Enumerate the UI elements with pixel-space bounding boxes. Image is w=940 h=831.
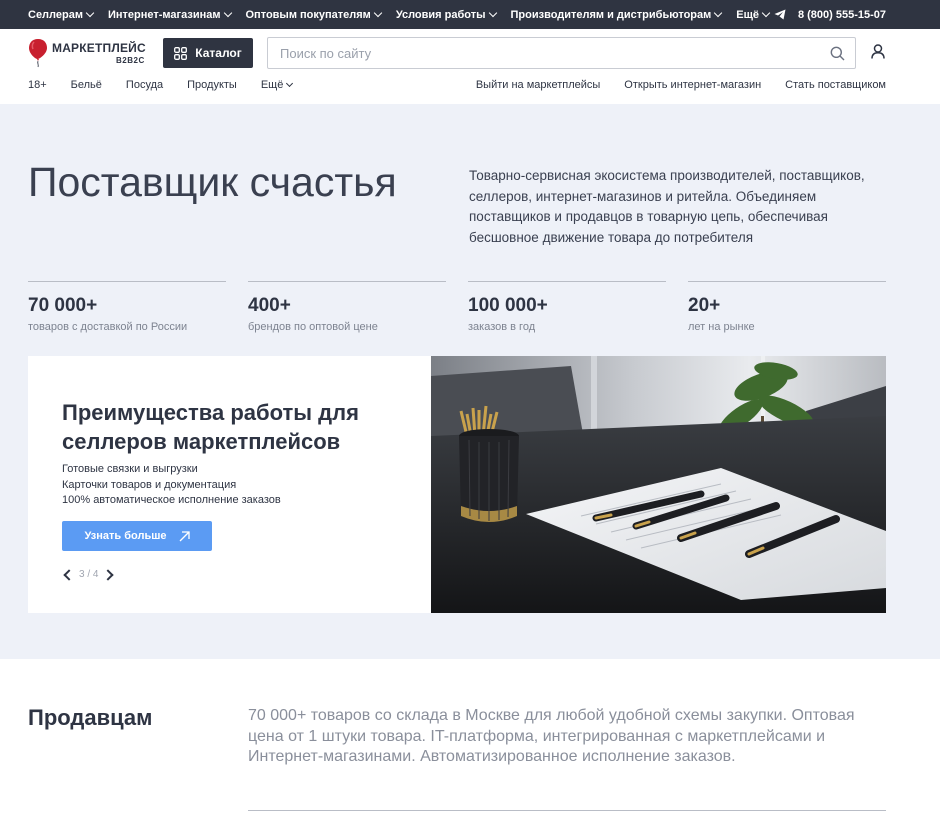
search-input[interactable] xyxy=(268,39,808,67)
top-menu-wholesale[interactable]: Оптовым покупателям xyxy=(245,8,383,21)
top-menu-more[interactable]: Ещё xyxy=(736,8,771,21)
chevron-down-icon xyxy=(714,8,723,18)
category-nav: 18+ Бельё Посуда Продукты Ещё xyxy=(28,77,316,93)
category-label: Продукты xyxy=(187,79,237,91)
top-menu-manufacturers[interactable]: Производителям и дистрибьюторам xyxy=(510,8,723,21)
office-desk-image xyxy=(431,356,886,613)
service-link-supplier[interactable]: Стать поставщиком xyxy=(785,79,886,91)
stat-brands: 400+ брендов по оптовой цене xyxy=(248,281,446,333)
top-menu-terms[interactable]: Условия работы xyxy=(395,8,497,21)
chevron-down-icon xyxy=(373,8,383,18)
search-box xyxy=(267,37,856,69)
top-menu: Селлерам Интернет-магазинам Оптовым поку… xyxy=(28,0,784,29)
arrow-up-right-icon xyxy=(179,530,190,541)
category-underwear[interactable]: Бельё xyxy=(71,79,102,91)
service-nav: Выйти на маркетплейсы Открыть интернет-м… xyxy=(452,77,886,93)
stat-value: 100 000+ xyxy=(468,295,548,316)
stat-years: 20+ лет на рынке xyxy=(688,281,886,333)
hero-section: Поставщик счастья Товарно-сервисная экос… xyxy=(0,104,940,659)
top-menu-label: Оптовым покупателям xyxy=(245,8,371,21)
slide-title: Преимущества работы для селлеров маркетп… xyxy=(62,400,359,454)
next-slide-icon[interactable] xyxy=(102,568,115,581)
learn-more-button[interactable]: Узнать больше xyxy=(62,521,212,551)
top-menu-label: Условия работы xyxy=(395,8,486,21)
slide-pager: 3 / 4 xyxy=(62,568,115,581)
slide-point: Готовые связки и выгрузки xyxy=(62,463,198,475)
stat-value: 20+ xyxy=(688,295,721,316)
sellers-description: 70 000+ товаров со склада в Москве для л… xyxy=(248,707,855,765)
service-link-marketplaces[interactable]: Выйти на маркетплейсы xyxy=(476,79,600,91)
hero-description: Товарно-сервисная экосистема производите… xyxy=(469,168,865,245)
category-label: Бельё xyxy=(70,79,102,91)
hero-title: Поставщик счастья xyxy=(28,159,397,205)
promo-slider: Преимущества работы для селлеров маркетп… xyxy=(28,356,886,613)
sellers-title: Продавцам xyxy=(28,705,153,730)
top-menu-label: Ещё xyxy=(736,8,760,21)
stat-label: заказов в год xyxy=(468,321,536,333)
catalog-label: Каталог xyxy=(195,46,242,60)
service-link-open-shop[interactable]: Открыть интернет-магазин xyxy=(624,79,761,91)
stat-value: 70 000+ xyxy=(28,295,98,316)
divider xyxy=(248,810,886,811)
category-label: 18+ xyxy=(28,79,47,91)
logo[interactable]: МАРКЕТПЛЕЙС B2B2C xyxy=(28,38,158,68)
phone-link[interactable]: 8 (800) 555-15-07 xyxy=(774,0,886,29)
category-label: Ещё xyxy=(260,79,284,91)
category-food[interactable]: Продукты xyxy=(187,79,237,91)
learn-more-label: Узнать больше xyxy=(84,530,167,542)
top-menu-label: Селлерам xyxy=(28,8,83,21)
category-more[interactable]: Ещё xyxy=(260,79,294,91)
top-menu-label: Интернет-магазинам xyxy=(107,8,221,21)
user-icon[interactable] xyxy=(871,44,885,59)
chevron-down-icon xyxy=(286,79,294,88)
balloon-logo-icon xyxy=(29,39,47,68)
chevron-down-icon xyxy=(223,8,232,18)
chevron-down-icon xyxy=(488,8,497,18)
top-menu-label: Производителям и дистрибьюторам xyxy=(510,8,712,21)
stat-label: брендов по оптовой цене xyxy=(248,321,378,333)
catalog-button[interactable]: Каталог xyxy=(163,38,253,68)
phone-number: 8 (800) 555-15-07 xyxy=(797,8,886,21)
slide-counter: 3 / 4 xyxy=(79,569,99,580)
slide-point: 100% автоматическое исполнение заказов xyxy=(62,494,281,506)
top-menu-sellers[interactable]: Селлерам xyxy=(28,8,95,21)
category-dishes[interactable]: Посуда xyxy=(126,79,163,91)
stat-value: 400+ xyxy=(248,295,291,316)
telegram-icon[interactable] xyxy=(774,9,786,20)
stat-orders: 100 000+ заказов в год xyxy=(468,281,666,333)
stat-label: товаров с доставкой по России xyxy=(28,321,188,333)
slide-points: Готовые связки и выгрузки Карточки товар… xyxy=(62,462,281,509)
catalog-grid-icon xyxy=(174,46,188,60)
chevron-down-icon xyxy=(85,8,95,18)
logo-subtitle: B2B2C xyxy=(116,56,145,65)
search-icon[interactable] xyxy=(830,46,845,61)
top-menu-online-shops[interactable]: Интернет-магазинам xyxy=(107,8,232,21)
prev-slide-icon[interactable] xyxy=(63,568,75,581)
slide-point: Карточки товаров и документация xyxy=(62,478,237,491)
stat-label: лет на рынке xyxy=(688,321,755,333)
top-bar: Селлерам Интернет-магазинам Оптовым поку… xyxy=(0,0,940,29)
category-label: Посуда xyxy=(125,79,164,91)
logo-name: МАРКЕТПЛЕЙС xyxy=(52,41,146,55)
category-18plus[interactable]: 18+ xyxy=(28,79,47,91)
stat-products: 70 000+ товаров с доставкой по России xyxy=(28,281,226,333)
chevron-down-icon xyxy=(761,8,771,18)
